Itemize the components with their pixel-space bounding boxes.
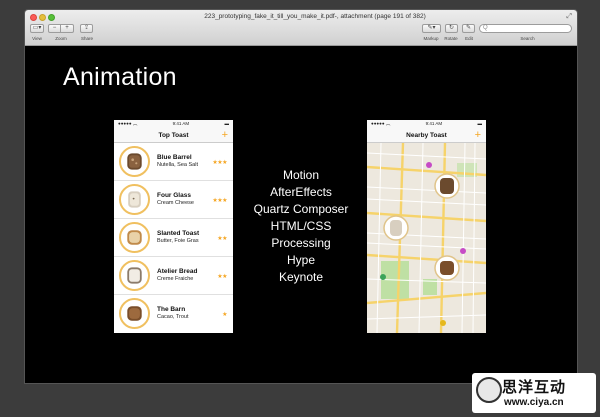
zoom-control: − + <box>48 24 74 34</box>
rating-stars: ★★ <box>217 236 227 242</box>
share-control: ⇪ <box>80 24 93 34</box>
nav-title: Top Toast <box>158 132 189 139</box>
list-item[interactable]: Atelier Bread Creme Fraiche ★★ <box>114 257 233 295</box>
markup-control: ✎▾ <box>422 24 441 34</box>
view-label: View <box>32 36 42 41</box>
map-graphic <box>367 143 486 333</box>
search-label: Search <box>520 36 535 41</box>
tool-item: Hype <box>286 253 315 267</box>
signal-icon: ●●●●● ︵ <box>371 121 391 126</box>
toast-thumbnail <box>119 146 150 177</box>
rating-stars: ★ <box>222 312 227 318</box>
preview-window: 223_prototyping_fake_it_till_you_make_it… <box>24 9 578 384</box>
rotate-label: Rotate <box>444 36 458 41</box>
tool-item: Quartz Composer <box>253 202 349 216</box>
item-name: Blue Barrel <box>157 154 192 161</box>
battery-icon: ▬ <box>477 121 482 126</box>
close-window-button[interactable] <box>30 14 37 21</box>
nav-title: Nearby Toast <box>406 132 447 139</box>
toast-thumbnail <box>119 298 150 329</box>
watermark-logo-icon <box>476 377 502 403</box>
rating-stars: ★★★ <box>212 160 227 166</box>
rotate-control: ↻ <box>445 24 458 34</box>
list-item[interactable]: Slanted Toast Butter, Foie Gras ★★ <box>114 219 233 257</box>
maximize-window-button[interactable] <box>48 14 55 21</box>
item-name: The Barn <box>157 306 186 313</box>
share-button[interactable]: ⇪ <box>80 24 93 33</box>
markup-label: Markup <box>423 36 439 41</box>
rating-stars: ★★★ <box>212 198 227 204</box>
window-title: 223_prototyping_fake_it_till_you_make_it… <box>204 13 426 20</box>
toast-thumbnail <box>119 260 150 291</box>
status-time: 9:41 AM <box>172 121 190 126</box>
fullscreen-icon[interactable]: ⤢ <box>566 13 572 21</box>
watermark-chinese-text: 思洋互动 <box>502 379 567 396</box>
tool-item: AfterEffects <box>270 185 332 199</box>
pdf-slide: Animation ●●●●● ︵ 9:41 AM ▬ Top Toast + … <box>25 46 577 383</box>
item-name: Atelier Bread <box>157 268 198 275</box>
animation-tools-list: Motion AfterEffects Quartz Composer HTML… <box>245 167 357 286</box>
rating-stars: ★★ <box>217 274 227 280</box>
item-subtitle: Butter, Foie Gras <box>157 238 199 244</box>
toast-thumbnail <box>119 184 150 215</box>
view-control: ▭▾ <box>30 24 44 34</box>
tool-item: Processing <box>271 236 331 250</box>
edit-button[interactable]: ✎ <box>462 24 475 33</box>
zoom-out-button[interactable]: − <box>48 24 61 33</box>
nearby-toast-phone: ●●●●● ︵ 9:41 AM ▬ Nearby Toast + <box>367 120 486 333</box>
list-item[interactable]: Four Glass Cream Cheese ★★★ <box>114 181 233 219</box>
markup-button[interactable]: ✎▾ <box>422 24 441 33</box>
window-titlebar: 223_prototyping_fake_it_till_you_make_it… <box>25 10 577 46</box>
edit-label: Edit <box>465 36 473 41</box>
watermark-url: www.ciya.cn <box>504 397 564 408</box>
status-time: 9:41 AM <box>425 121 443 126</box>
tool-item: Keynote <box>278 270 324 284</box>
zoom-label: Zoom <box>55 36 67 41</box>
item-name: Four Glass <box>157 192 191 199</box>
battery-icon: ▬ <box>224 121 229 126</box>
search-input[interactable]: Q <box>479 24 572 33</box>
list-item[interactable]: The Barn Cacao, Trout ★ <box>114 295 233 333</box>
item-subtitle: Cream Cheese <box>157 200 194 206</box>
share-label: Share <box>80 36 93 41</box>
toast-thumbnail <box>119 222 150 253</box>
minimize-window-button[interactable] <box>39 14 46 21</box>
item-subtitle: Nutella, Sea Salt <box>157 162 198 168</box>
item-name: Slanted Toast <box>157 230 200 237</box>
edit-control: ✎ <box>462 24 475 34</box>
item-subtitle: Creme Fraiche <box>157 276 194 282</box>
list-item[interactable]: Blue Barrel Nutella, Sea Salt ★★★ <box>114 143 233 181</box>
add-button[interactable]: + <box>222 128 228 142</box>
map-view[interactable] <box>367 143 486 333</box>
rotate-button[interactable]: ↻ <box>445 24 458 33</box>
zoom-in-button[interactable]: + <box>61 24 74 33</box>
top-toast-phone: ●●●●● ︵ 9:41 AM ▬ Top Toast + Blue Barre… <box>114 120 233 333</box>
slide-title: Animation <box>63 63 177 91</box>
signal-icon: ●●●●● ︵ <box>118 121 138 126</box>
tool-item: HTML/CSS <box>270 219 332 233</box>
site-watermark: 思洋互动 www.ciya.cn <box>472 373 596 413</box>
view-button[interactable]: ▭▾ <box>30 24 44 33</box>
nav-bar: Nearby Toast + <box>367 128 486 143</box>
tool-item: Motion <box>282 168 320 182</box>
status-bar: ●●●●● ︵ 9:41 AM ▬ <box>114 120 233 128</box>
nav-bar: Top Toast + <box>114 128 233 143</box>
item-subtitle: Cacao, Trout <box>157 314 189 320</box>
status-bar: ●●●●● ︵ 9:41 AM ▬ <box>367 120 486 128</box>
add-button[interactable]: + <box>475 128 481 142</box>
